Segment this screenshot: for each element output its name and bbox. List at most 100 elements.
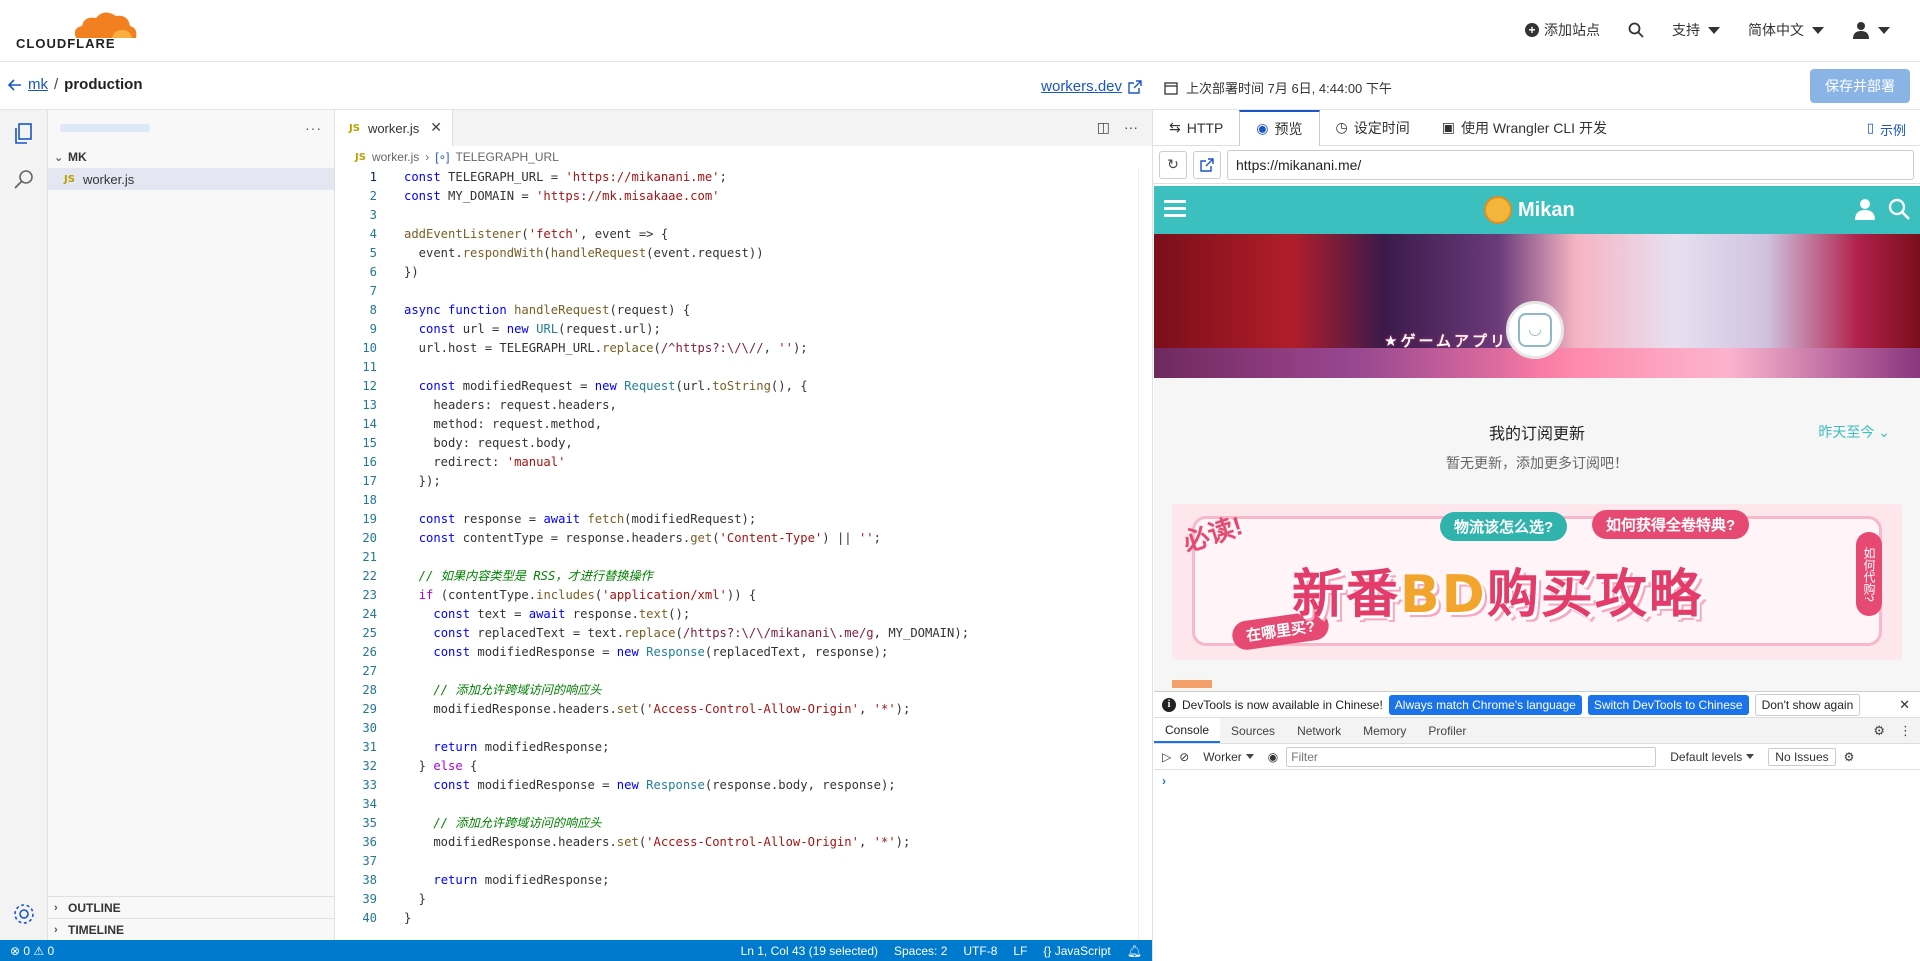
cloudflare-logo[interactable]: CLOUDFLARE	[16, 10, 137, 52]
tab-wrangler[interactable]: ▣ 使用 Wrangler CLI 开发	[1426, 110, 1623, 146]
tab-sources[interactable]: Sources	[1220, 718, 1286, 743]
close-icon[interactable]: ✕	[1899, 697, 1910, 713]
code-line[interactable]: 32 } else {	[335, 757, 1135, 776]
code-text[interactable]: });	[404, 472, 441, 491]
code-line[interactable]: 31 return modifiedResponse;	[335, 738, 1135, 757]
mikan-logo[interactable]: Mikan	[1484, 196, 1575, 224]
code-line[interactable]: 10 url.host = TELEGRAPH_URL.replace(/^ht…	[335, 339, 1135, 358]
code-text[interactable]: const contentType = response.headers.get…	[404, 529, 881, 548]
save-and-deploy-button[interactable]: 保存并部署	[1810, 69, 1910, 103]
tab-schedule[interactable]: ◷ 设定时间	[1320, 110, 1426, 146]
outline-section[interactable]: › OUTLINE	[48, 896, 334, 918]
search-icon[interactable]	[12, 168, 36, 192]
code-text[interactable]: modifiedResponse.headers.set('Access-Con…	[404, 700, 910, 719]
code-lines[interactable]: 1 const TELEGRAPH_URL = 'https://mikanani…	[335, 168, 1135, 928]
code-line[interactable]: 14 method: request.method,	[335, 415, 1135, 434]
gear-icon[interactable]: ⚙	[1844, 750, 1855, 764]
split-editor-icon[interactable]: ◫	[1097, 119, 1110, 136]
code-text[interactable]: const modifiedRequest = new Request(url.…	[404, 377, 808, 396]
close-icon[interactable]: ✕	[430, 119, 442, 136]
end-of-line[interactable]: LF	[1013, 944, 1027, 958]
code-text[interactable]: url.host = TELEGRAPH_URL.replace(/^https…	[404, 339, 808, 358]
more-icon[interactable]: ···	[1124, 119, 1138, 136]
editor-breadcrumb-file[interactable]: worker.js	[372, 150, 419, 164]
refresh-button[interactable]: ↻	[1159, 150, 1187, 179]
dont-show-again-button[interactable]: Don't show again	[1754, 693, 1861, 716]
open-external-button[interactable]	[1193, 150, 1221, 179]
code-text[interactable]: const text = await response.text();	[404, 605, 690, 624]
more-vertical-icon[interactable]: ⋮	[1899, 723, 1912, 739]
file-worker-js[interactable]: JS worker.js	[48, 168, 334, 190]
avatar[interactable]: ◡	[1506, 301, 1564, 359]
code-text[interactable]: if (contentType.includes('application/xm…	[404, 586, 757, 605]
code-text[interactable]: const MY_DOMAIN = 'https://mk.misakaae.c…	[404, 187, 720, 206]
timeline-section[interactable]: › TIMELINE	[48, 918, 334, 940]
code-line[interactable]: 13 headers: request.headers,	[335, 396, 1135, 415]
subscription-range-dropdown[interactable]: 昨天至今 ⌄	[1818, 422, 1890, 442]
user-icon[interactable]	[1854, 198, 1876, 220]
tab-profiler[interactable]: Profiler	[1417, 718, 1477, 743]
site-preview[interactable]: Mikan ★ゲームアプリ★ ◡ 我的订阅更新 昨天至今 ⌄ 暂无更新，添加更多…	[1154, 186, 1920, 691]
code-line[interactable]: 38 return modifiedResponse;	[335, 871, 1135, 890]
scrollbar[interactable]	[1138, 168, 1152, 940]
gear-icon[interactable]	[12, 902, 36, 926]
code-text[interactable]: const modifiedResponse = new Response(re…	[404, 643, 888, 662]
code-text[interactable]: redirect: 'manual'	[404, 453, 565, 472]
language-menu[interactable]: 简体中文	[1748, 20, 1824, 40]
code-line[interactable]: 2 const MY_DOMAIN = 'https://mk.misakaae.…	[335, 187, 1135, 206]
code-line[interactable]: 37	[335, 852, 1135, 871]
code-text[interactable]: return modifiedResponse;	[404, 871, 609, 890]
tab-memory[interactable]: Memory	[1352, 718, 1417, 743]
code-line[interactable]: 12 const modifiedRequest = new Request(u…	[335, 377, 1135, 396]
code-line[interactable]: 18	[335, 491, 1135, 510]
code-text[interactable]: const modifiedResponse = new Response(re…	[404, 776, 895, 795]
more-icon[interactable]: ···	[305, 120, 322, 136]
console-filter-input[interactable]	[1286, 746, 1657, 767]
code-text[interactable]: event.respondWith(handleRequest(event.re…	[404, 244, 764, 263]
code-line[interactable]: 21	[335, 548, 1135, 567]
code-line[interactable]: 8 async function handleRequest(request) {	[335, 301, 1135, 320]
code-line[interactable]: 9 const url = new URL(request.url);	[335, 320, 1135, 339]
code-line[interactable]: 35 // 添加允许跨域访问的响应头	[335, 814, 1135, 833]
user-menu[interactable]	[1852, 21, 1890, 39]
code-text[interactable]: }	[404, 890, 426, 909]
context-selector[interactable]: Worker	[1197, 750, 1259, 764]
code-text[interactable]: headers: request.headers,	[404, 396, 616, 415]
code-line[interactable]: 11	[335, 358, 1135, 377]
breadcrumb-account-link[interactable]: mk	[28, 76, 48, 93]
tab-http[interactable]: ⇆ HTTP	[1153, 110, 1239, 146]
code-line[interactable]: 4 addEventListener('fetch', event => {	[335, 225, 1135, 244]
code-line[interactable]: 1 const TELEGRAPH_URL = 'https://mikanani…	[335, 168, 1135, 187]
code-text[interactable]: const response = await fetch(modifiedReq…	[404, 510, 757, 529]
code-line[interactable]: 24 const text = await response.text();	[335, 605, 1135, 624]
encoding[interactable]: UTF-8	[963, 944, 997, 958]
code-line[interactable]: 23 if (contentType.includes('application…	[335, 586, 1135, 605]
code-line[interactable]: 20 const contentType = response.headers.…	[335, 529, 1135, 548]
tab-console[interactable]: Console	[1154, 718, 1221, 743]
code-text[interactable]: addEventListener('fetch', event => {	[404, 225, 668, 244]
match-language-button[interactable]: Always match Chrome's language	[1388, 694, 1582, 715]
issues-button[interactable]: No Issues	[1768, 747, 1836, 766]
language-mode[interactable]: {} JavaScript	[1043, 944, 1110, 958]
code-line[interactable]: 30	[335, 719, 1135, 738]
code-text[interactable]: modifiedResponse.headers.set('Access-Con…	[404, 833, 910, 852]
code-line[interactable]: 40}	[335, 909, 1135, 928]
code-text[interactable]: return modifiedResponse;	[404, 738, 609, 757]
explorer-icon[interactable]	[12, 122, 36, 146]
code-line[interactable]: 3	[335, 206, 1135, 225]
code-line[interactable]: 6})	[335, 263, 1135, 282]
code-line[interactable]: 27	[335, 662, 1135, 681]
code-line[interactable]: 7	[335, 282, 1135, 301]
code-line[interactable]: 25 const replacedText = text.replace(/ht…	[335, 624, 1135, 643]
code-text[interactable]: // 添加允许跨域访问的响应头	[404, 814, 601, 833]
cursor-position[interactable]: Ln 1, Col 43 (19 selected)	[741, 944, 878, 958]
switch-chinese-button[interactable]: Switch DevTools to Chinese	[1587, 694, 1749, 715]
code-line[interactable]: 33 const modifiedResponse = new Response…	[335, 776, 1135, 795]
code-text[interactable]: const replacedText = text.replace(/https…	[404, 624, 969, 643]
code-text[interactable]: // 如果内容类型是 RSS，才进行替换操作	[404, 567, 653, 586]
search-icon[interactable]	[1888, 198, 1910, 220]
eye-icon[interactable]: ◉	[1268, 750, 1278, 764]
code-line[interactable]: 15 body: request.body,	[335, 434, 1135, 453]
log-levels-selector[interactable]: Default levels	[1664, 750, 1760, 764]
editor-breadcrumb-symbol[interactable]: TELEGRAPH_URL	[455, 150, 558, 164]
